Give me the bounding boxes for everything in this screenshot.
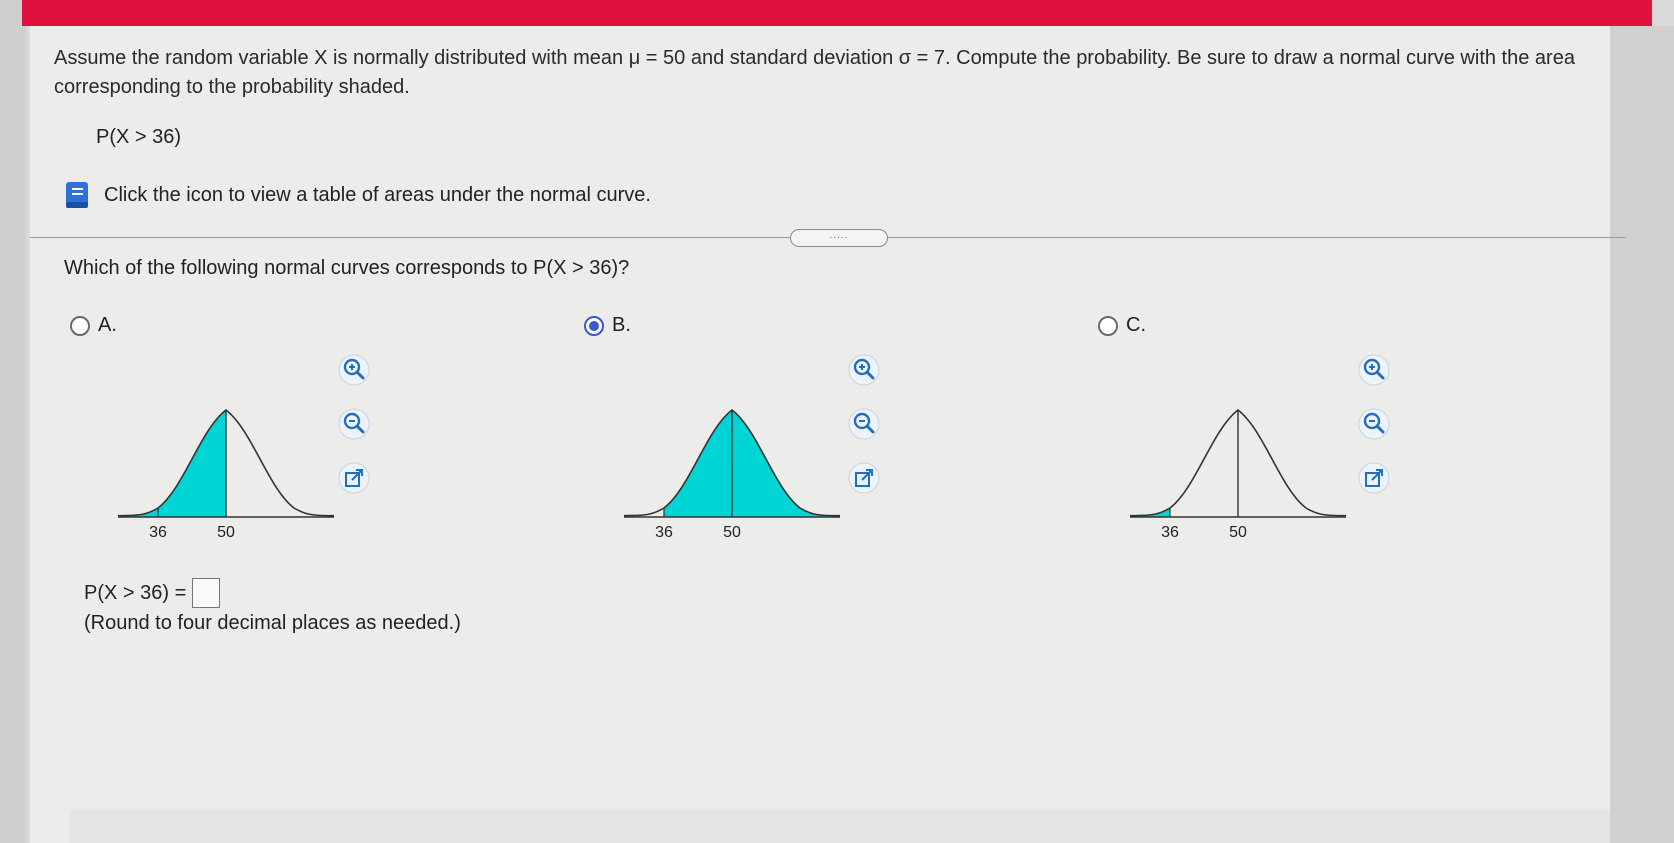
open-external-icon[interactable] — [848, 462, 880, 494]
zoom-out-icon[interactable] — [848, 408, 880, 440]
choice-c-radio[interactable] — [1098, 315, 1118, 336]
choice-c-curve: 36 50 — [1130, 408, 1347, 541]
choice-c-tick-label-36: 36 — [1161, 524, 1179, 541]
choice-a-tools — [338, 354, 370, 494]
zoom-in-icon[interactable] — [1358, 354, 1390, 386]
choice-a-shaded-area — [118, 410, 226, 517]
probability-expression: P(X > 36) — [96, 126, 182, 148]
choice-b[interactable]: B. — [584, 314, 631, 337]
choice-a-curve: 36 50 — [118, 408, 335, 541]
choice-a-tick-label-36: 36 — [149, 524, 167, 541]
zoom-out-icon[interactable] — [1358, 408, 1390, 440]
choice-b-tick-label-50: 50 — [723, 524, 741, 541]
choice-b-label[interactable]: B. — [612, 314, 631, 337]
zoom-out-icon[interactable] — [338, 408, 370, 440]
answer-row: P(X > 36) = — [84, 578, 221, 608]
choice-b-tools — [848, 354, 880, 494]
table-link-text[interactable]: Click the icon to view a table of areas … — [104, 184, 651, 207]
open-external-icon[interactable] — [1358, 462, 1390, 494]
question-text: Assume the random variable X is normally… — [54, 47, 1575, 98]
normal-table-link[interactable]: Click the icon to view a table of areas … — [64, 180, 651, 210]
page-edge — [1610, 26, 1674, 843]
choice-a-radio[interactable] — [70, 315, 90, 336]
choice-b-radio[interactable] — [584, 315, 604, 336]
curve-question: Which of the following normal curves cor… — [64, 257, 630, 279]
zoom-in-icon[interactable] — [848, 354, 880, 386]
choice-c-label[interactable]: C. — [1126, 314, 1146, 337]
answer-label: P(X > 36) = — [84, 581, 187, 604]
choice-a-tick-label-50: 50 — [217, 524, 235, 541]
book-icon[interactable] — [64, 180, 92, 210]
header-bar — [22, 0, 1652, 26]
open-external-icon[interactable] — [338, 462, 370, 494]
zoom-in-icon[interactable] — [338, 354, 370, 386]
choice-a[interactable]: A. — [70, 314, 117, 337]
rounding-note: (Round to four decimal places as needed.… — [84, 612, 461, 634]
choice-c[interactable]: C. — [1098, 314, 1146, 337]
choice-c-tools — [1358, 354, 1390, 494]
choice-b-curve: 36 50 — [624, 408, 841, 541]
choice-b-shaded-area — [664, 410, 840, 517]
answer-input[interactable] — [192, 578, 221, 608]
bottom-frame — [70, 810, 1610, 843]
left-edge-panel — [0, 0, 26, 843]
choice-c-tick-label-50: 50 — [1229, 524, 1247, 541]
choice-b-tick-label-36: 36 — [655, 524, 673, 541]
choice-a-label[interactable]: A. — [98, 314, 117, 337]
divider-handle[interactable]: ..... — [790, 229, 888, 247]
